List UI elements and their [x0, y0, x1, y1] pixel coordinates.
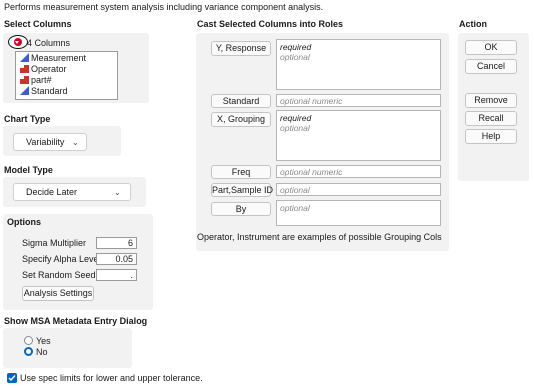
model-type-dropdown[interactable]: Decide Later ⌄ — [13, 183, 131, 201]
nominal-icon — [20, 76, 29, 84]
ok-button[interactable]: OK — [465, 40, 517, 55]
remove-button[interactable]: Remove — [465, 93, 517, 108]
cast-roles-heading: Cast Selected Columns into Roles — [197, 19, 344, 29]
red-triangle-glyph — [15, 40, 19, 44]
list-item[interactable]: Operator — [20, 64, 67, 75]
no-radio-label: No — [36, 347, 48, 357]
msa-metadata-panel — [3, 328, 132, 368]
by-field[interactable]: optional — [276, 200, 441, 226]
chart-type-value: Variability — [26, 137, 65, 147]
part-sample-id-button[interactable]: Part,Sample ID — [211, 183, 273, 197]
list-item[interactable]: Standard — [20, 86, 68, 97]
required-hint: required — [280, 113, 312, 123]
columns-listbox[interactable]: Measurement Operator part# Standard — [15, 51, 118, 100]
chart-type-dropdown[interactable]: Variability ⌄ — [13, 133, 87, 151]
standard-button[interactable]: Standard — [211, 94, 271, 108]
by-button[interactable]: By — [211, 202, 271, 216]
part-sample-id-field[interactable]: optional — [276, 183, 441, 196]
action-heading: Action — [459, 19, 487, 29]
options-heading: Options — [7, 217, 41, 227]
column-name: Measurement — [31, 53, 87, 63]
chevron-down-icon: ⌄ — [114, 188, 121, 197]
y-response-field[interactable]: required optional — [276, 39, 441, 90]
checkmark-icon — [8, 375, 16, 382]
cancel-button[interactable]: Cancel — [465, 59, 517, 74]
spec-limits-label: Use spec limits for lower and upper tole… — [20, 373, 203, 383]
column-name: part# — [31, 75, 52, 85]
freq-placeholder: optional numeric — [280, 167, 343, 177]
x-grouping-field[interactable]: required optional — [276, 110, 441, 161]
help-button[interactable]: Help — [465, 129, 517, 144]
yes-radio[interactable] — [24, 336, 33, 345]
part-sample-placeholder: optional — [280, 185, 310, 195]
column-name: Operator — [31, 64, 67, 74]
dialog-description: Performs measurement system analysis inc… — [4, 2, 324, 12]
recall-button[interactable]: Recall — [465, 111, 517, 126]
analysis-settings-button[interactable]: Analysis Settings — [22, 286, 94, 301]
sigma-multiplier-input[interactable]: 6 — [96, 237, 137, 249]
random-seed-input[interactable]: . — [96, 269, 137, 281]
freq-field[interactable]: optional numeric — [276, 165, 441, 178]
alpha-level-label: Specify Alpha Level — [22, 254, 101, 264]
optional-hint: optional — [280, 52, 310, 62]
alpha-level-input[interactable]: 0.05 — [96, 253, 137, 265]
continuous-icon — [20, 86, 29, 95]
select-columns-heading: Select Columns — [4, 19, 72, 29]
column-name: Standard — [31, 86, 68, 96]
no-radio[interactable] — [24, 347, 33, 356]
model-type-value: Decide Later — [26, 187, 78, 197]
continuous-icon — [20, 53, 29, 62]
sigma-multiplier-label: Sigma Multiplier — [22, 238, 87, 248]
grouping-hint-text: Operator, Instrument are examples of pos… — [197, 232, 442, 242]
spec-limits-checkbox[interactable] — [7, 373, 17, 383]
model-type-heading: Model Type — [4, 165, 53, 175]
chart-type-heading: Chart Type — [4, 114, 51, 124]
y-response-button[interactable]: Y, Response — [211, 41, 271, 56]
optional-hint: optional — [280, 123, 310, 133]
chevron-down-icon: ⌄ — [72, 138, 79, 147]
list-item[interactable]: Measurement — [20, 53, 86, 64]
msa-metadata-heading: Show MSA Metadata Entry Dialog — [4, 316, 148, 326]
by-placeholder: optional — [280, 203, 310, 213]
freq-button[interactable]: Freq — [211, 165, 271, 179]
random-seed-label: Set Random Seed — [22, 270, 96, 280]
columns-disclosure-button[interactable] — [8, 35, 28, 49]
nominal-icon — [20, 65, 29, 73]
required-hint: required — [280, 42, 312, 52]
yes-radio-label: Yes — [36, 336, 51, 346]
standard-placeholder: optional numeric — [280, 96, 343, 106]
columns-count-label: 4 Columns — [27, 38, 71, 48]
x-grouping-button[interactable]: X, Grouping — [211, 112, 271, 127]
list-item[interactable]: part# — [20, 75, 52, 86]
standard-field[interactable]: optional numeric — [276, 94, 441, 107]
